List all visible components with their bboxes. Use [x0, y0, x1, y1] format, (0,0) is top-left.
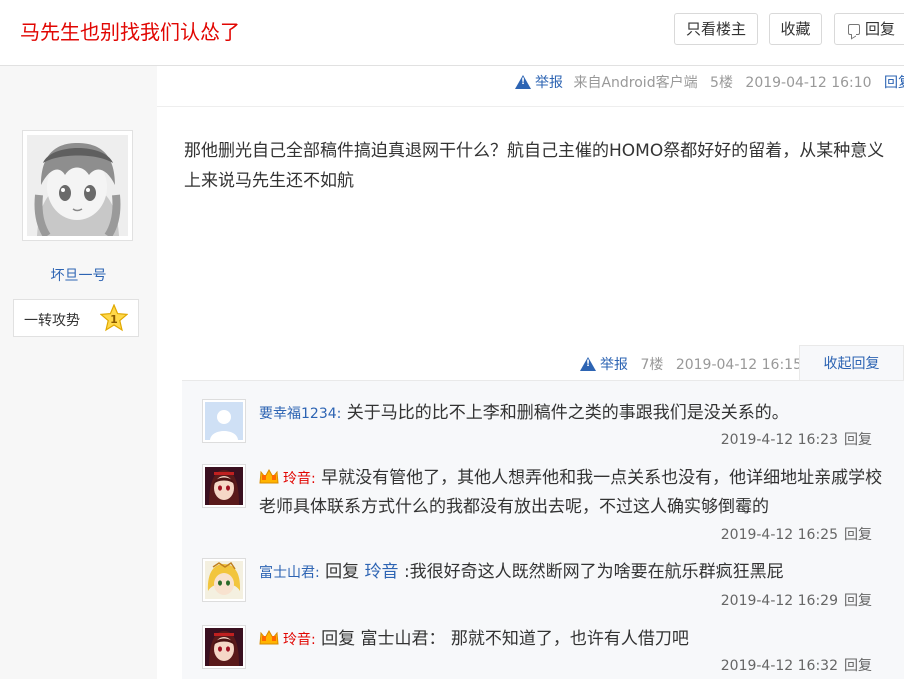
reply-button[interactable]: 回复	[834, 13, 904, 45]
anime-girl-avatar-image	[205, 628, 243, 666]
report-link[interactable]: 举报	[515, 75, 563, 91]
member-crown-icon	[259, 630, 279, 645]
commenter-avatar[interactable]	[202, 625, 246, 669]
replied-user[interactable]: 玲音	[365, 562, 399, 582]
member-level-badge[interactable]: 一转攻势 1	[13, 299, 139, 337]
client-source: 来自Android客户端	[573, 75, 698, 91]
commenter-name[interactable]: 富士山君:	[259, 565, 320, 581]
comment-reply-link[interactable]: 回复	[844, 593, 872, 609]
commenter-avatar[interactable]	[202, 558, 246, 602]
comment-body: 玲音: 回复 富士山君： 那就不知道了，也许有人借刀吧	[259, 625, 889, 654]
level-star-icon: 1	[100, 304, 128, 332]
level-title: 一转攻势	[24, 313, 80, 329]
comment-footer: 2019-4-12 16:25 回复	[721, 524, 872, 544]
comment-footer: 2019-4-12 16:29 回复	[721, 590, 872, 610]
commenter-name[interactable]: 玲音:	[283, 471, 316, 487]
replied-user[interactable]: 富士山君	[361, 629, 429, 649]
floor5-meta: 举报 来自Android客户端 5楼 2019-04-12 16:10 回复	[515, 72, 904, 92]
member-crown-icon	[259, 469, 279, 484]
anime-girl-avatar-image	[205, 467, 243, 505]
post-content: 那他删光自己全部稿件搞迫真退网干什么？航自己主催的HOMO祭都好好的留着，从某种…	[184, 141, 885, 191]
thread-title: 马先生也别找我们认怂了	[20, 20, 240, 44]
warning-icon	[580, 357, 596, 371]
comment-footer: 2019-4-12 16:23 回复	[721, 429, 872, 449]
sub-comment-list: 要幸福1234: 关于马比的比不上李和删稿件之类的事跟我们是没关系的。 2019…	[182, 380, 904, 679]
comment-time: 2019-4-12 16:23	[720, 432, 838, 448]
reply-button-label: 回复	[865, 20, 896, 38]
comment-reply-link[interactable]: 回复	[844, 658, 872, 674]
commenter-name[interactable]: 要幸福1234:	[259, 406, 341, 422]
favorite-button[interactable]: 收藏	[769, 13, 822, 45]
floor7-meta: 举报 7楼 2019-04-12 16:15	[580, 354, 802, 374]
floor-number: 7楼	[640, 357, 664, 373]
author-avatar[interactable]	[22, 130, 133, 241]
comment-body: 富士山君: 回复 玲音 :我很好奇这人既然断网了为啥要在航乐群疯狂黑屁	[259, 558, 889, 587]
report-label: 举报	[535, 75, 563, 91]
default-user-avatar-image	[205, 402, 243, 440]
comment-time: 2019-4-12 16:25	[720, 527, 838, 543]
comment-footer: 2019-4-12 16:32 回复	[721, 655, 872, 675]
only-op-button[interactable]: 只看楼主	[674, 13, 758, 45]
collapse-replies-button[interactable]: 收起回复	[799, 345, 904, 381]
commenter-name[interactable]: 玲音:	[283, 632, 316, 648]
reply-word: 回复	[325, 562, 360, 582]
comment-text: 关于马比的比不上李和删稿件之类的事跟我们是没关系的。	[346, 403, 789, 423]
floor-number: 5楼	[710, 75, 733, 91]
report-label: 举报	[600, 357, 628, 373]
comment-time: 2019-4-12 16:29	[720, 593, 838, 609]
comment-icon	[848, 24, 860, 35]
level-number: 1	[110, 313, 118, 326]
floor5-reply-link[interactable]: 回复	[884, 75, 904, 91]
comment-text: 早就没有管他了，其他人想弄他和我一点关系也没有，他详细地址亲戚学校老师具体联系方…	[259, 468, 883, 517]
comment-time: 2019-4-12 16:32	[720, 658, 838, 674]
report-link[interactable]: 举报	[580, 357, 628, 373]
comment-text: ： 那就不知道了，也许有人借刀吧	[428, 629, 689, 649]
commenter-avatar[interactable]	[202, 399, 246, 443]
reply-word: 回复	[321, 629, 356, 649]
anime-girl-avatar-image	[27, 135, 128, 236]
comment-body: 要幸福1234: 关于马比的比不上李和删稿件之类的事跟我们是没关系的。	[259, 399, 889, 428]
floor-divider	[157, 106, 904, 107]
thread-header: 马先生也别找我们认怂了 只看楼主 收藏 回复	[0, 0, 904, 66]
tieba-thread-page: 马先生也别找我们认怂了 只看楼主 收藏 回复 坏旦一号 一转攻势 1 !举报 来…	[0, 0, 904, 679]
comment-reply-link[interactable]: 回复	[844, 432, 872, 448]
post-time: 2019-04-12 16:15	[675, 357, 802, 373]
author-name[interactable]: 坏旦一号	[0, 265, 157, 285]
comment-text: :我很好奇这人既然断网了为啥要在航乐群疯狂黑屁	[403, 562, 784, 582]
commenter-avatar[interactable]	[202, 464, 246, 508]
comment-reply-link[interactable]: 回复	[844, 527, 872, 543]
comment-body: 玲音: 早就没有管他了，其他人想弄他和我一点关系也没有，他详细地址亲戚学校老师具…	[259, 464, 889, 521]
post-time: 2019-04-12 16:10	[745, 75, 872, 91]
anime-character-avatar-image	[205, 561, 243, 599]
warning-icon	[515, 75, 531, 89]
